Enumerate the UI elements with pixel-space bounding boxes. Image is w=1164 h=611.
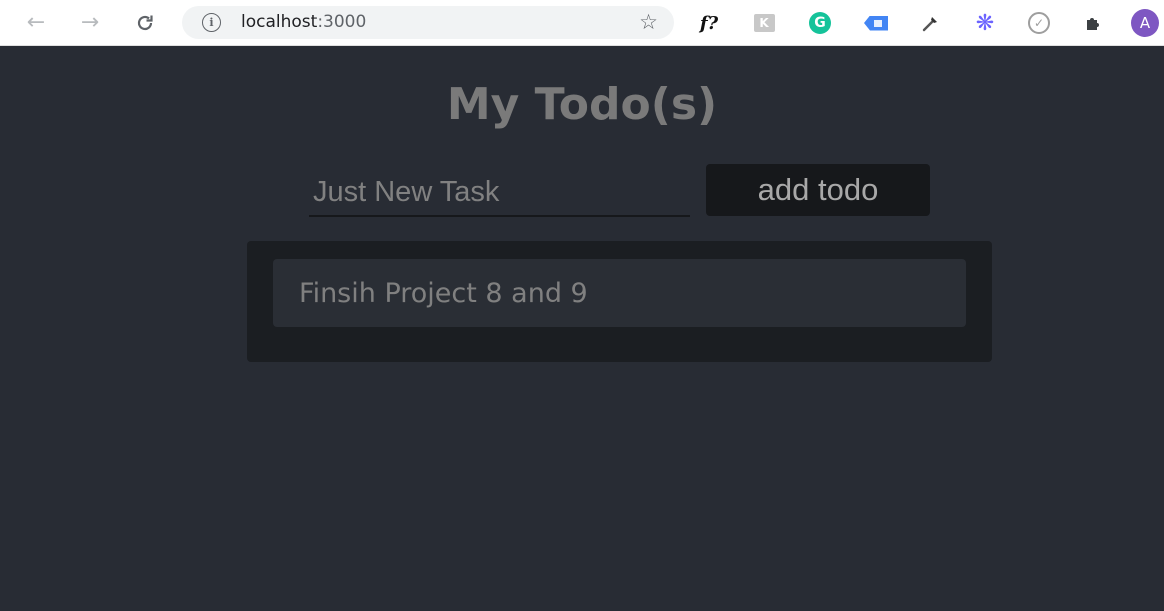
address-bar[interactable]: i localhost:3000 ☆ <box>182 6 674 39</box>
add-todo-button[interactable]: add todo <box>706 164 930 216</box>
color-picker-icon[interactable] <box>919 11 943 35</box>
url-text[interactable]: localhost:3000 <box>241 12 366 33</box>
back-arrow-icon[interactable]: ← <box>21 8 51 38</box>
profile-avatar[interactable]: A <box>1131 9 1159 37</box>
grammarly-icon[interactable]: G <box>808 11 832 35</box>
compass-extension-icon[interactable]: ✓ <box>1027 11 1051 35</box>
browser-toolbar: ← → i localhost:3000 ☆ f? K G ❋ ✓ A <box>0 0 1164 46</box>
todo-list: Finsih Project 8 and 9 <box>247 241 992 362</box>
sparkle-extension-icon[interactable]: ❋ <box>973 11 997 36</box>
info-icon[interactable]: i <box>202 13 221 32</box>
url-port: :3000 <box>317 12 367 32</box>
page-title: My Todo(s) <box>446 79 718 130</box>
extension-k-icon[interactable]: K <box>752 11 776 35</box>
url-host: localhost <box>241 12 318 32</box>
todo-item[interactable]: Finsih Project 8 and 9 <box>273 259 966 327</box>
whatfont-icon[interactable]: f? <box>697 11 721 35</box>
extensions-puzzle-icon[interactable] <box>1082 11 1106 35</box>
todo-item-text: Finsih Project 8 and 9 <box>299 277 588 309</box>
bookmark-star-icon[interactable]: ☆ <box>639 10 658 34</box>
forward-arrow-icon[interactable]: → <box>75 8 105 38</box>
reload-icon[interactable] <box>130 8 160 38</box>
new-task-input[interactable] <box>309 166 690 217</box>
tag-extension-icon[interactable] <box>864 11 888 35</box>
